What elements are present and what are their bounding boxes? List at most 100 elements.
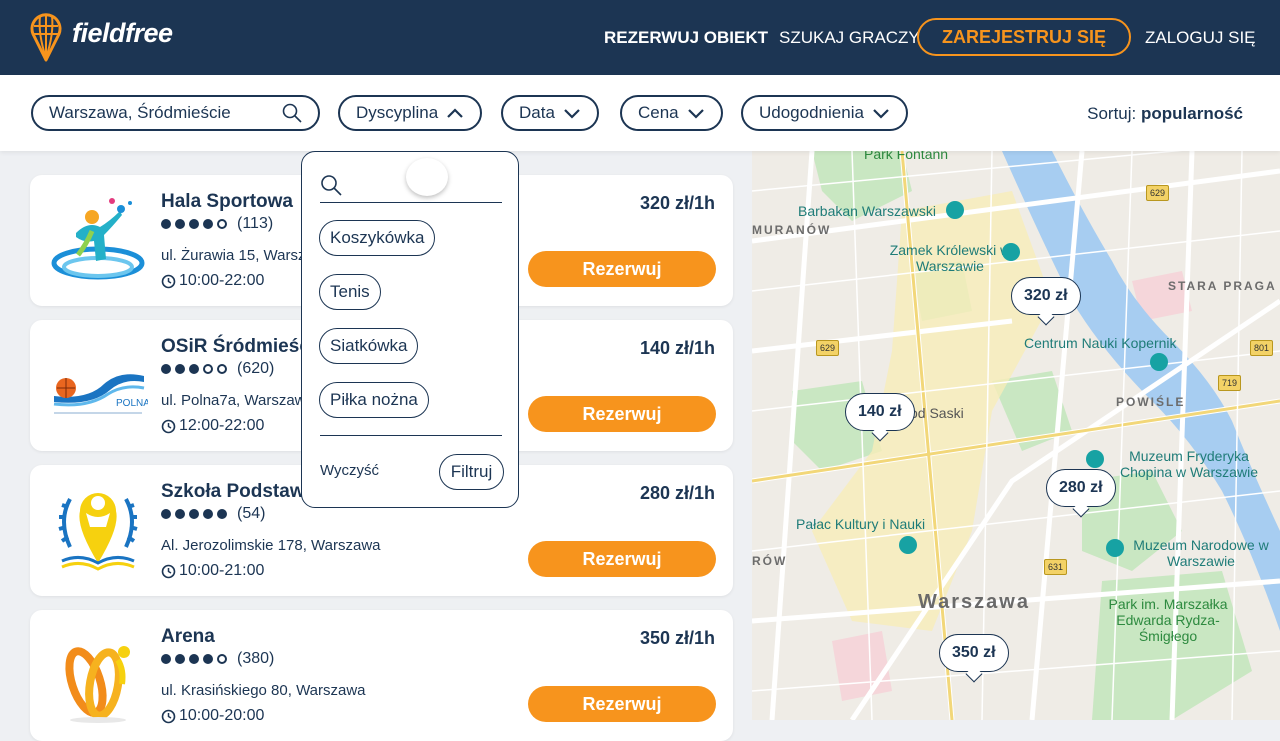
rating-dot-icon bbox=[189, 364, 199, 374]
map-price-pin[interactable]: 320 zł bbox=[1011, 277, 1081, 315]
venue-price: 140 zł/1h bbox=[639, 338, 715, 358]
venue-name[interactable]: Hala Sportowa bbox=[161, 191, 293, 213]
date-label: Data bbox=[519, 103, 555, 122]
map-label-barbakan: Barbakan Warszawski bbox=[798, 203, 936, 219]
price-filter-button[interactable]: Cena bbox=[620, 95, 723, 131]
filter-bar: Warszawa, Śródmieście Dyscyplina Data Ce… bbox=[0, 75, 1280, 151]
rating-dot-icon bbox=[189, 654, 199, 664]
discipline-filter-button[interactable]: Dyscyplina bbox=[338, 95, 483, 131]
venue-rating: (113) bbox=[161, 215, 273, 233]
map-label-ogrod-saski: od Saski bbox=[910, 405, 964, 421]
venue-name[interactable]: Arena bbox=[161, 626, 215, 648]
brand-name[interactable]: fieldfree bbox=[72, 18, 173, 49]
rezerwuj-button[interactable]: Rezerwuj bbox=[528, 686, 716, 722]
rating-dot-icon bbox=[175, 654, 185, 664]
clock-icon bbox=[161, 564, 176, 578]
venue-price: 350 zł/1h bbox=[639, 628, 715, 648]
rating-dot-icon bbox=[189, 509, 199, 519]
location-search-input[interactable]: Warszawa, Śródmieście bbox=[31, 95, 320, 131]
chevron-down-icon bbox=[687, 109, 704, 119]
map-price-pin[interactable]: 140 zł bbox=[845, 393, 915, 431]
venue-rating: (620) bbox=[161, 360, 274, 378]
map-price-pin[interactable]: 280 zł bbox=[1046, 469, 1116, 507]
date-filter-button[interactable]: Data bbox=[501, 95, 599, 131]
landmark-icon bbox=[1086, 450, 1104, 468]
apply-filter-button[interactable]: Filtruj bbox=[439, 454, 504, 490]
dropdown-toggle-knob[interactable] bbox=[406, 158, 448, 196]
login-link[interactable]: ZALOGUJ SIĘ bbox=[1145, 0, 1256, 75]
register-button[interactable]: ZAREJESTRUJ SIĘ bbox=[917, 18, 1131, 56]
venue-hours: 12:00-22:00 bbox=[161, 417, 264, 435]
rating-dot-icon bbox=[217, 219, 227, 229]
clock-icon bbox=[161, 419, 176, 433]
rating-dot-icon bbox=[175, 509, 185, 519]
map-label-muzeum-narodowe: Muzeum Narodowe w Warszawie bbox=[1133, 537, 1269, 569]
rating-dot-icon bbox=[203, 219, 213, 229]
sort-value[interactable]: popularność bbox=[1141, 104, 1243, 123]
venue-hours: 10:00-22:00 bbox=[161, 272, 264, 290]
venue-rating: (380) bbox=[161, 650, 274, 668]
hours-value: 12:00-22:00 bbox=[179, 417, 265, 434]
nav-szukaj-graczy[interactable]: SZUKAJ GRACZY bbox=[779, 0, 920, 75]
rating-dot-icon bbox=[189, 219, 199, 229]
road-shield: 801 bbox=[1250, 340, 1274, 356]
venue-logo-icon: POLNA bbox=[53, 374, 148, 414]
venue-logo-icon bbox=[51, 198, 145, 280]
rezerwuj-button[interactable]: Rezerwuj bbox=[528, 396, 716, 432]
road-shield: 631 bbox=[1044, 559, 1068, 575]
discipline-dropdown: Koszykówka Tenis Siatkówka Piłka nożna W… bbox=[301, 151, 519, 508]
discipline-option[interactable]: Koszykówka bbox=[319, 220, 436, 256]
road-shield: 629 bbox=[1146, 185, 1170, 201]
rating-dot-icon bbox=[217, 364, 227, 374]
rezerwuj-button[interactable]: Rezerwuj bbox=[528, 251, 716, 287]
landmark-icon bbox=[1106, 539, 1124, 557]
nav-rezerwuj-obiekt[interactable]: REZERWUJ OBIEKT bbox=[604, 0, 768, 75]
map-view[interactable]: Park Fontann Barbakan Warszawski MURANÓW… bbox=[752, 151, 1280, 720]
map-label-muzeum-chopina: Muzeum Fryderyka Chopina w Warszawie bbox=[1120, 448, 1258, 480]
venue-address: ul. Krasińskiego 80, Warszawa bbox=[161, 682, 366, 699]
map-label-zamek: Zamek Królewski w Warszawie bbox=[889, 242, 1011, 274]
map-price-pin[interactable]: 350 zł bbox=[939, 634, 1009, 672]
landmark-icon bbox=[946, 201, 964, 219]
chevron-up-icon bbox=[447, 108, 463, 118]
rating-dot-icon bbox=[203, 509, 213, 519]
discipline-option[interactable]: Siatkówka bbox=[319, 328, 419, 364]
venue-logo-icon bbox=[65, 646, 130, 723]
price-label: Cena bbox=[638, 103, 679, 122]
rating-dot-icon bbox=[203, 654, 213, 664]
hours-value: 10:00-21:00 bbox=[179, 562, 265, 579]
chevron-down-icon bbox=[873, 109, 889, 119]
discipline-label: Dyscyplina bbox=[356, 103, 439, 122]
clock-icon bbox=[161, 274, 176, 288]
fieldfree-logo-icon[interactable] bbox=[30, 12, 62, 67]
review-count: (620) bbox=[237, 360, 275, 377]
location-value: Warszawa, Śródmieście bbox=[49, 103, 231, 122]
amenities-filter-button[interactable]: Udogodnienia bbox=[741, 95, 908, 131]
clear-filter-link[interactable]: Wyczyść bbox=[320, 462, 379, 479]
chevron-down-icon bbox=[564, 109, 580, 119]
rating-dot-icon bbox=[175, 364, 185, 374]
map-district-muranow: MURANÓW bbox=[752, 223, 832, 237]
search-icon[interactable] bbox=[320, 174, 342, 196]
sort-control[interactable]: Sortuj: popularność bbox=[1087, 104, 1243, 124]
rating-dot-icon bbox=[161, 654, 171, 664]
sort-label: Sortuj: bbox=[1087, 104, 1137, 123]
review-count: (380) bbox=[237, 650, 275, 667]
hours-value: 10:00-22:00 bbox=[179, 272, 265, 289]
rezerwuj-button[interactable]: Rezerwuj bbox=[528, 541, 716, 577]
rating-dot-icon bbox=[161, 509, 171, 519]
venue-logo-text: POLNA bbox=[116, 398, 148, 409]
rating-dot-icon bbox=[203, 364, 213, 374]
venue-card[interactable]: Arena (380) ul. Krasińskiego 80, Warszaw… bbox=[30, 610, 733, 741]
discipline-option[interactable]: Piłka nożna bbox=[319, 382, 429, 418]
rating-dot-icon bbox=[175, 219, 185, 229]
review-count: (113) bbox=[237, 215, 274, 232]
road-shield: 719 bbox=[1218, 375, 1242, 391]
venue-rating: (54) bbox=[161, 505, 265, 523]
search-icon[interactable] bbox=[282, 103, 302, 123]
rating-dot-icon bbox=[217, 509, 227, 519]
divider bbox=[320, 202, 502, 203]
map-district-stara-praga: STARA PRAGA bbox=[1168, 279, 1277, 293]
discipline-option[interactable]: Tenis bbox=[319, 274, 381, 310]
review-count: (54) bbox=[237, 505, 266, 522]
